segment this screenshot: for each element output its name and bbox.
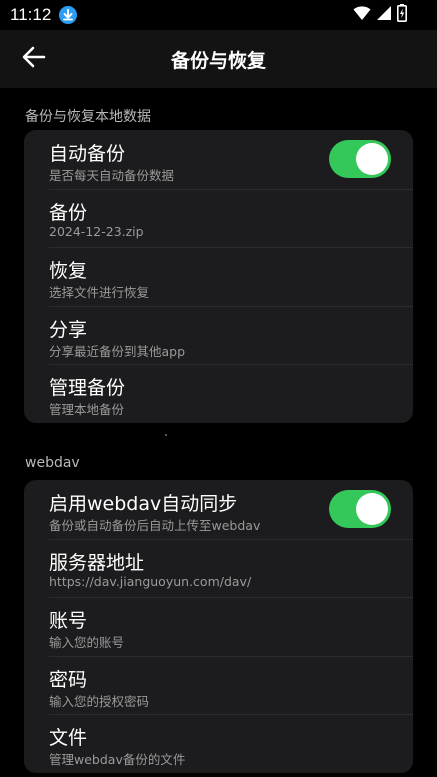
app-bar: 备份与恢复 <box>0 30 437 88</box>
auto-backup-row[interactable]: 自动备份 是否每天自动备份数据 <box>24 130 413 189</box>
signal-icon <box>376 5 392 25</box>
row-subtitle: 是否每天自动备份数据 <box>49 168 175 183</box>
row-title: 恢复 <box>49 260 88 283</box>
status-icons <box>353 4 407 26</box>
divider-dot <box>165 434 167 436</box>
auto-backup-toggle[interactable] <box>329 140 391 178</box>
restore-row[interactable]: 恢复 选择文件进行恢复 <box>24 247 413 306</box>
section-header-local: 备份与恢复本地数据 <box>25 109 151 125</box>
backup-restore-screen: 11:12 备份与恢复 备份与恢复本地数据 自动备份 是否每天自动备份数据 备份… <box>0 0 437 777</box>
password-row[interactable]: 密码 输入您的授权密码 <box>24 655 413 715</box>
local-backup-card: 自动备份 是否每天自动备份数据 备份 2024-12-23.zip 恢复 选择文… <box>24 130 413 423</box>
row-title: 账号 <box>49 610 88 633</box>
server-address-row[interactable]: 服务器地址 https://dav.jianguoyun.com/dav/ <box>24 538 413 598</box>
row-subtitle: 输入您的授权密码 <box>49 693 150 709</box>
status-bar: 11:12 <box>0 0 437 30</box>
row-subtitle: https://dav.jianguoyun.com/dav/ <box>49 573 252 589</box>
share-row[interactable]: 分享 分享最近备份到其他app <box>24 305 413 365</box>
webdav-sync-toggle[interactable] <box>329 490 391 528</box>
account-row[interactable]: 账号 输入您的账号 <box>24 597 413 656</box>
files-row[interactable]: 文件 管理webdav备份的文件 <box>24 714 413 773</box>
toggle-knob <box>356 493 388 525</box>
row-subtitle: 管理本地备份 <box>49 402 125 418</box>
wifi-icon <box>353 5 371 25</box>
manage-backups-row[interactable]: 管理备份 管理本地备份 <box>24 364 413 423</box>
row-title: 管理备份 <box>49 377 126 400</box>
row-subtitle: 分享最近备份到其他app <box>49 343 186 359</box>
row-title: 服务器地址 <box>49 551 145 574</box>
row-subtitle: 管理webdav备份的文件 <box>49 752 186 768</box>
row-title: 密码 <box>49 668 88 691</box>
toggle-knob <box>356 143 388 175</box>
section-header-webdav: webdav <box>25 455 80 471</box>
webdav-sync-row[interactable]: 启用webdav自动同步 备份或自动备份后自动上传至webdav <box>24 480 413 539</box>
row-title: 备份 <box>49 201 88 224</box>
row-title: 文件 <box>49 727 88 750</box>
page-title: 备份与恢复 <box>170 50 266 72</box>
battery-charging-icon <box>397 4 407 26</box>
row-title: 启用webdav自动同步 <box>49 493 238 515</box>
row-subtitle: 2024-12-23.zip <box>49 223 144 239</box>
webdav-card: 启用webdav自动同步 备份或自动备份后自动上传至webdav 服务器地址 h… <box>24 480 413 773</box>
download-icon <box>59 6 77 24</box>
row-title: 分享 <box>49 318 88 341</box>
row-subtitle: 选择文件进行恢复 <box>49 285 150 301</box>
backup-row[interactable]: 备份 2024-12-23.zip <box>24 188 413 248</box>
row-subtitle: 输入您的账号 <box>49 635 125 651</box>
status-time: 11:12 <box>10 5 52 24</box>
row-subtitle: 备份或自动备份后自动上传至webdav <box>49 518 261 533</box>
row-title: 自动备份 <box>49 143 126 165</box>
